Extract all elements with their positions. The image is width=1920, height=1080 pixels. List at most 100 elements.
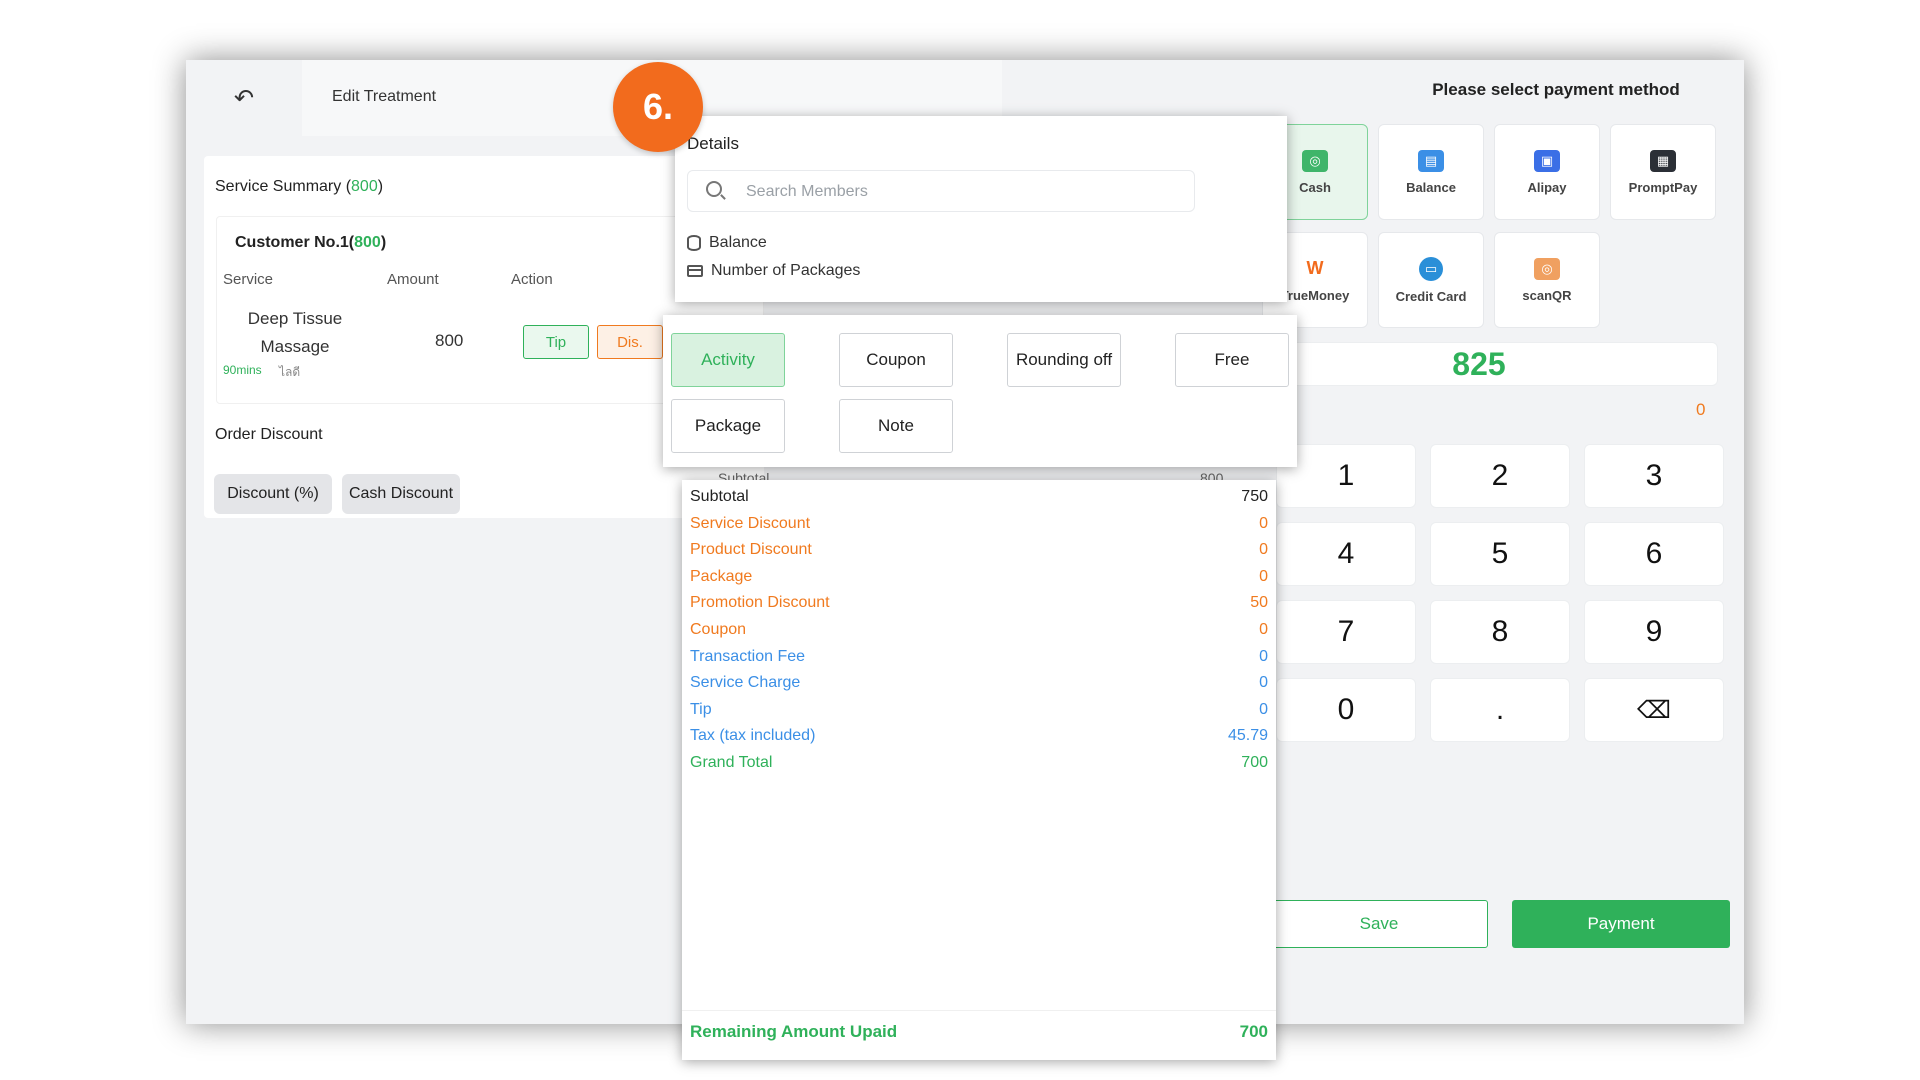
totals-row-label: Tax (tax included) bbox=[690, 727, 816, 745]
packages-row: Number of Packages bbox=[687, 262, 860, 280]
details-title: Details bbox=[687, 134, 739, 153]
payment-method-label: scanQR bbox=[1522, 287, 1572, 303]
totals-row: Package 0 bbox=[690, 568, 1268, 586]
remaining-amount-label: Remaining Amount Upaid bbox=[690, 1022, 898, 1041]
payment-method-label: PromptPay bbox=[1628, 179, 1698, 195]
column-header-service: Service bbox=[223, 271, 274, 288]
service-therapist: ไลดี bbox=[279, 365, 301, 379]
discount-percent-button[interactable]: Discount (%) bbox=[214, 474, 332, 514]
totals-row-value: 0 bbox=[1259, 621, 1268, 638]
change-value: 0 bbox=[1696, 400, 1706, 419]
totals-row: Promotion Discount 50 bbox=[690, 594, 1268, 612]
tip-button[interactable]: Tip bbox=[523, 325, 589, 359]
totals-row-value: 0 bbox=[1259, 541, 1268, 559]
save-button[interactable]: Save bbox=[1270, 900, 1488, 948]
keypad-key-6[interactable]: 6 bbox=[1584, 522, 1724, 586]
promptpay-icon: ▦ bbox=[1650, 149, 1676, 172]
credit-card-icon: ▭ bbox=[1419, 256, 1443, 281]
package-button[interactable]: Package bbox=[671, 399, 785, 453]
keypad-key-7[interactable]: 7 bbox=[1276, 600, 1416, 664]
search-members-input[interactable]: Search Members bbox=[687, 170, 1195, 212]
keypad-key-0[interactable]: 0 bbox=[1276, 678, 1416, 742]
keypad-key-decimal[interactable]: . bbox=[1430, 678, 1570, 742]
totals-row: Service Charge 0 bbox=[690, 674, 1268, 692]
divider bbox=[682, 1010, 1276, 1011]
totals-row-label: Grand Total bbox=[690, 754, 773, 771]
payment-method-label: Credit Card bbox=[1395, 288, 1467, 304]
totals-row-label: Service Charge bbox=[690, 674, 801, 692]
cash-discount-button[interactable]: Cash Discount bbox=[342, 474, 460, 514]
totals-row-value: 700 bbox=[1241, 754, 1268, 771]
search-placeholder: Search Members bbox=[746, 183, 868, 200]
totals-row: Tip 0 bbox=[690, 701, 1268, 719]
service-duration: 90mins bbox=[223, 363, 262, 377]
truemoney-icon: W bbox=[1302, 257, 1328, 280]
totals-row-label: Promotion Discount bbox=[690, 594, 830, 612]
totals-row: Grand Total 700 bbox=[690, 754, 1268, 772]
note-button[interactable]: Note bbox=[839, 399, 953, 453]
payment-method-label: Alipay bbox=[1527, 179, 1567, 195]
totals-row-value: 0 bbox=[1259, 514, 1268, 532]
totals-row-label: Transaction Fee bbox=[690, 647, 806, 665]
wallet-icon: ▤ bbox=[1418, 149, 1444, 172]
totals-row-value: 0 bbox=[1259, 700, 1268, 718]
totals-row-label: Service Discount bbox=[690, 514, 811, 532]
totals-row-value: 0 bbox=[1259, 674, 1268, 692]
cash-icon: ◎ bbox=[1302, 149, 1328, 172]
keypad-key-3[interactable]: 3 bbox=[1584, 444, 1724, 508]
hidden-subtotal-value: 800 bbox=[1200, 470, 1224, 480]
rounding-off-button[interactable]: Rounding off bbox=[1007, 333, 1121, 387]
totals-row-value: 750 bbox=[1241, 488, 1268, 505]
payment-method-scanqr[interactable]: ◎ scanQR bbox=[1494, 232, 1600, 328]
keypad-key-8[interactable]: 8 bbox=[1430, 600, 1570, 664]
totals-row: Service Discount 0 bbox=[690, 515, 1268, 533]
qr-icon: ◎ bbox=[1534, 257, 1560, 280]
back-arrow-icon: ↶ bbox=[233, 84, 255, 112]
totals-row-value: 0 bbox=[1259, 647, 1268, 665]
keypad-key-4[interactable]: 4 bbox=[1276, 522, 1416, 586]
free-button[interactable]: Free bbox=[1175, 333, 1289, 387]
payment-method-balance[interactable]: ▤ Balance bbox=[1378, 124, 1484, 220]
totals-row: Coupon 0 bbox=[690, 621, 1268, 639]
totals-row: Tax (tax included) 45.79 bbox=[690, 727, 1268, 745]
payment-method-credit-card[interactable]: ▭ Credit Card bbox=[1378, 232, 1484, 328]
remaining-amount-value: 700 bbox=[1239, 1022, 1268, 1041]
coupon-button[interactable]: Coupon bbox=[839, 333, 953, 387]
totals-row-label: Package bbox=[690, 567, 753, 585]
payment-method-alipay[interactable]: ▣ Alipay bbox=[1494, 124, 1600, 220]
keypad-key-5[interactable]: 5 bbox=[1430, 522, 1570, 586]
balance-label: Balance bbox=[709, 234, 767, 251]
packages-label: Number of Packages bbox=[711, 262, 861, 279]
keypad-key-9[interactable]: 9 bbox=[1584, 600, 1724, 664]
discount-options-panel: Activity Coupon Rounding off Free Packag… bbox=[663, 315, 1297, 467]
totals-row-label: Tip bbox=[690, 700, 712, 718]
card-icon bbox=[687, 265, 703, 277]
order-discount-label: Order Discount bbox=[215, 426, 323, 443]
hidden-subtotal-label: Subtotal bbox=[718, 470, 770, 480]
remaining-amount-row: Remaining Amount Upaid 700 bbox=[690, 1022, 1268, 1042]
database-icon bbox=[687, 235, 701, 251]
totals-row-label: Subtotal bbox=[690, 488, 749, 505]
payment-method-title: Please select payment method bbox=[1432, 80, 1680, 99]
payment-method-label: Cash bbox=[1299, 179, 1331, 195]
payment-button[interactable]: Payment bbox=[1512, 900, 1730, 948]
column-header-amount: Amount bbox=[387, 271, 439, 288]
discount-button[interactable]: Dis. bbox=[597, 325, 663, 359]
keypad-key-1[interactable]: 1 bbox=[1276, 444, 1416, 508]
service-summary-title: Service Summary (800) bbox=[215, 178, 384, 195]
payment-amount-display[interactable]: 825 bbox=[1240, 342, 1718, 386]
activity-button[interactable]: Activity bbox=[671, 333, 785, 387]
back-button[interactable]: ↶ bbox=[186, 60, 302, 136]
customer-title: Customer No.1(800) bbox=[235, 234, 387, 251]
service-name: Deep Tissue Massage bbox=[247, 309, 343, 356]
column-header-action: Action bbox=[511, 271, 553, 288]
payment-method-label: Balance bbox=[1406, 179, 1456, 195]
service-amount: 800 bbox=[435, 331, 464, 350]
keypad-key-2[interactable]: 2 bbox=[1430, 444, 1570, 508]
alipay-icon: ▣ bbox=[1534, 149, 1560, 172]
totals-row-value: 0 bbox=[1259, 567, 1268, 585]
page-title: Edit Treatment bbox=[332, 88, 437, 105]
backspace-icon[interactable]: ⌫ bbox=[1584, 678, 1724, 742]
totals-row: Transaction Fee 0 bbox=[690, 648, 1268, 666]
payment-method-promptpay[interactable]: ▦ PromptPay bbox=[1610, 124, 1716, 220]
